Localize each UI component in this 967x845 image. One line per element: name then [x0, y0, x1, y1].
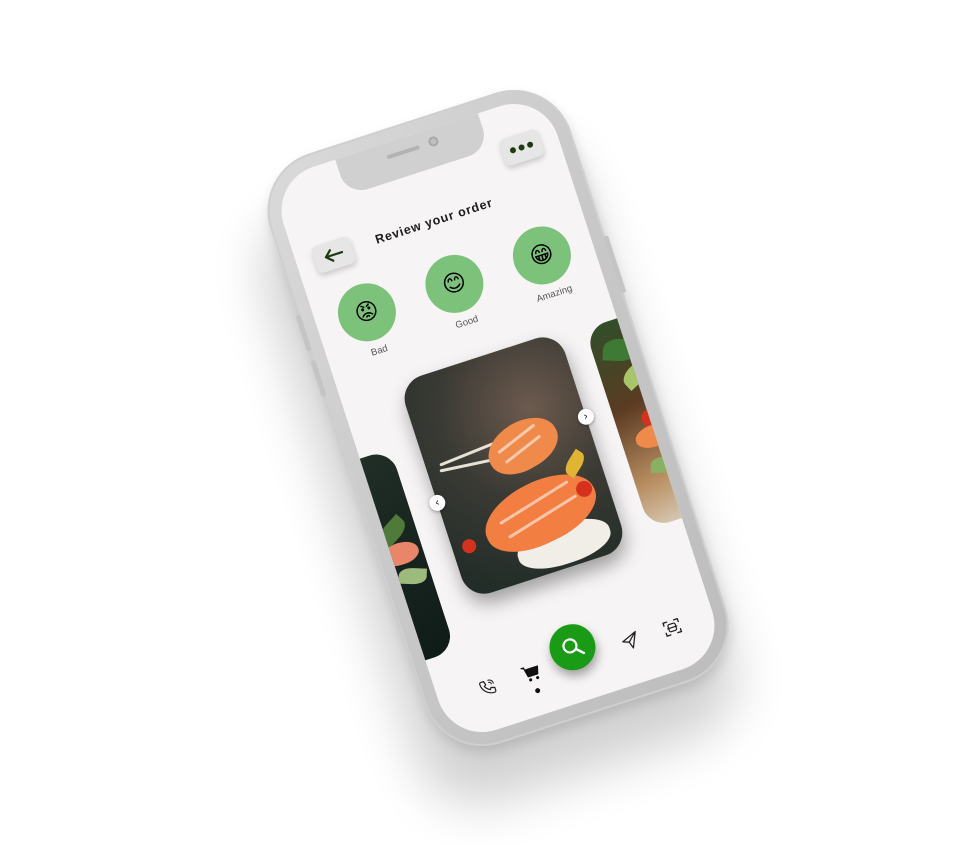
more-options-button[interactable] — [498, 127, 545, 167]
more-dots-icon — [508, 140, 536, 155]
front-camera — [427, 135, 440, 148]
rating-bad[interactable]: 😡 Bad — [324, 274, 416, 368]
rating-label: Bad — [369, 343, 390, 359]
search-icon — [562, 638, 586, 655]
active-indicator — [534, 687, 541, 694]
rating-good[interactable]: 😊 Good — [411, 245, 503, 339]
cart-button[interactable] — [518, 659, 546, 687]
scan-button[interactable] — [658, 614, 686, 642]
cart-icon — [520, 665, 540, 682]
rating-label: Amazing — [535, 283, 574, 305]
rating-amazing[interactable]: 😁 Amazing — [499, 217, 591, 311]
scan-icon — [662, 617, 683, 637]
call-button[interactable] — [474, 673, 502, 701]
grinning-face-icon: 😁 — [505, 218, 579, 293]
search-button[interactable] — [543, 618, 602, 677]
rating-label: Good — [454, 313, 480, 332]
send-icon — [622, 630, 636, 649]
stage: Review your order 😡 Bad 😊 Good 😁 Amazing — [0, 0, 967, 845]
food-card-salmon-nigiri[interactable] — [398, 331, 629, 600]
phone-icon — [479, 679, 497, 694]
angry-face-icon: 😡 — [330, 275, 404, 349]
speaker — [386, 145, 421, 160]
smiling-face-icon: 😊 — [417, 247, 491, 321]
send-button[interactable] — [617, 627, 645, 655]
